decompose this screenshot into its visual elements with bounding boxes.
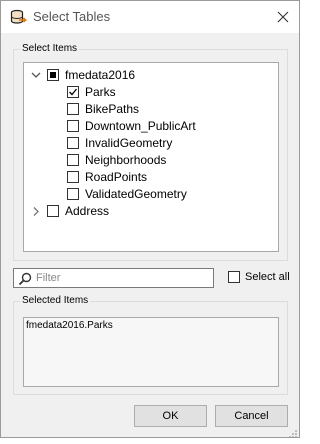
tree-item-address[interactable]: Address: [24, 203, 278, 220]
parks-checkbox[interactable]: [67, 86, 79, 98]
tree-item-parks[interactable]: Parks: [24, 84, 278, 101]
validatedgeometry-checkbox[interactable]: [67, 188, 79, 200]
tree-item-invalidgeometry[interactable]: InvalidGeometry: [24, 135, 278, 152]
select-items-label: Select Items: [20, 43, 80, 54]
select-tables-dialog: Select Tables Select Items fmedata2016 P…: [0, 0, 300, 438]
filter-input[interactable]: [36, 270, 206, 286]
selected-items-label: Selected Items: [20, 295, 91, 306]
tree-item-label: ValidatedGeometry: [85, 187, 187, 201]
tree-item-neighborhoods[interactable]: Neighborhoods: [24, 152, 278, 169]
window-title: Select Tables: [33, 9, 111, 24]
bikepaths-checkbox[interactable]: [67, 103, 79, 115]
neighborhoods-checkbox[interactable]: [67, 154, 79, 166]
tree-item-downtown-publicart[interactable]: Downtown_PublicArt: [24, 118, 278, 135]
tree-item-roadpoints[interactable]: RoadPoints: [24, 169, 278, 186]
filter-field[interactable]: [13, 268, 214, 288]
fme-database-icon: [10, 9, 28, 26]
tree-item-label: InvalidGeometry: [85, 136, 173, 150]
chevron-down-icon[interactable]: [31, 67, 41, 84]
tree-item-label: Address: [65, 204, 110, 218]
chevron-right-icon[interactable]: [31, 203, 41, 220]
cancel-button[interactable]: Cancel: [215, 405, 288, 427]
invalidgeometry-checkbox[interactable]: [67, 137, 79, 149]
tree-item-validatedgeometry[interactable]: ValidatedGeometry: [24, 186, 278, 203]
tree-item-label: BikePaths: [85, 102, 140, 116]
title-bar: Select Tables: [1, 1, 299, 33]
resize-grip-icon[interactable]: [288, 426, 298, 438]
search-icon: [18, 272, 32, 286]
selected-items-list: fmedata2016.Parks: [23, 317, 279, 387]
tree-item-fmedata2016[interactable]: fmedata2016: [24, 67, 278, 84]
tree-item-label: RoadPoints: [85, 170, 148, 184]
checkmark-icon: [69, 88, 78, 96]
tree-item-label: fmedata2016: [65, 68, 136, 82]
fmedata2016-checkbox[interactable]: [47, 69, 59, 81]
tree-item-bikepaths[interactable]: BikePaths: [24, 101, 278, 118]
tree-item-label: Neighborhoods: [85, 153, 167, 167]
table-tree[interactable]: fmedata2016 Parks BikePaths Downtown_Pub…: [23, 62, 279, 252]
tree-item-label: Downtown_PublicArt: [85, 119, 196, 133]
roadpoints-checkbox[interactable]: [67, 171, 79, 183]
select-all-checkbox[interactable]: [228, 271, 240, 283]
address-checkbox[interactable]: [47, 205, 59, 217]
selected-item: fmedata2016.Parks: [26, 320, 113, 331]
ok-button[interactable]: OK: [134, 405, 207, 427]
tree-item-label: Parks: [85, 85, 116, 99]
select-all-label: Select all: [245, 271, 290, 283]
close-button[interactable]: [271, 5, 295, 29]
downtown-publicart-checkbox[interactable]: [67, 120, 79, 132]
close-icon: [277, 11, 289, 23]
